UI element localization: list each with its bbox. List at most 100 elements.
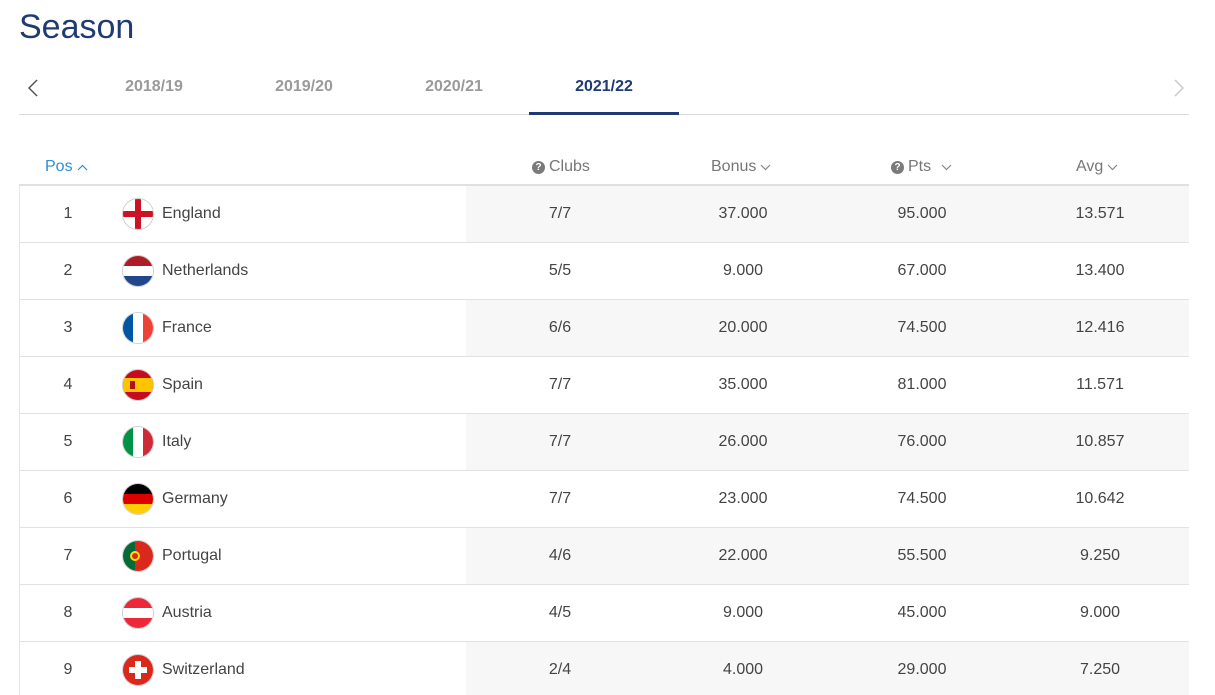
country-name[interactable]: Portugal [162,547,222,565]
country-name[interactable]: Switzerland [162,661,245,679]
france-flag-icon [122,312,154,344]
tab-2020-21[interactable]: 2020/21 [379,78,529,115]
table-row[interactable]: 8 Austria 4/5 9.000 45.000 9.000 [19,585,1189,642]
bonus-value: 9.000 [722,604,764,621]
pts-value: 95.000 [897,205,947,222]
next-season-button[interactable] [1169,76,1189,100]
bonus-value: 26.000 [718,433,768,450]
chevron-right-icon [1174,79,1184,97]
tab-2018-19[interactable]: 2018/19 [79,78,229,115]
italy-flag-icon [122,426,154,458]
sort-by-avg[interactable]: Avg [1076,158,1118,176]
bonus-value: 20.000 [718,319,768,336]
avg-value: 7.250 [1079,661,1121,678]
bonus-value: 35.000 [718,376,768,393]
season-tabs: 2018/19 2019/20 2020/21 2021/22 [19,64,1189,115]
spain-flag-icon [122,369,154,401]
table-row[interactable]: 2 Netherlands 5/5 9.000 67.000 13.400 [19,243,1189,300]
pts-value: 76.000 [897,433,947,450]
table-row[interactable]: 6 Germany 7/7 23.000 74.500 10.642 [19,471,1189,528]
country-name[interactable]: Italy [162,433,191,451]
chevron-down-icon [1107,164,1118,171]
row-position: 9 [63,661,73,678]
sort-by-pts[interactable]: ? Pts [891,158,952,176]
avg-value: 13.571 [1075,205,1125,222]
clubs-value: 7/7 [548,433,572,450]
chevron-down-icon [760,164,771,171]
bonus-value: 4.000 [722,661,764,678]
pts-value: 45.000 [897,604,947,621]
country-name[interactable]: France [162,319,212,337]
row-position: 8 [63,604,73,621]
avg-value: 10.642 [1075,490,1125,507]
england-flag-icon [122,198,154,230]
avg-value: 9.250 [1079,547,1121,564]
avg-value: 12.416 [1075,319,1125,336]
pts-value: 74.500 [897,319,947,336]
pts-value: 29.000 [897,661,947,678]
germany-flag-icon [122,483,154,515]
bonus-value: 9.000 [722,262,764,279]
chevron-down-icon [941,164,952,171]
clubs-value: 5/5 [548,262,572,279]
avg-value: 10.857 [1075,433,1125,450]
avg-value: 13.400 [1075,262,1125,279]
country-name[interactable]: Austria [162,604,212,622]
header-bonus-label: Bonus [711,158,757,175]
pts-value: 67.000 [897,262,947,279]
rankings-table: 1 England 7/7 37.000 95.000 13.571 2 Net… [19,186,1189,695]
country-name[interactable]: England [162,205,221,223]
bonus-value: 23.000 [718,490,768,507]
clubs-value: 7/7 [548,376,572,393]
header-clubs: ? Clubs [532,158,590,176]
chevron-left-icon [28,79,38,97]
row-position: 6 [63,490,73,507]
clubs-value: 2/4 [548,661,572,678]
row-position: 3 [63,319,73,336]
tab-2019-20[interactable]: 2019/20 [229,78,379,115]
clubs-value: 7/7 [548,490,572,507]
clubs-value: 4/6 [548,547,572,564]
header-avg-label: Avg [1076,158,1104,175]
row-position: 5 [63,433,73,450]
avg-value: 9.000 [1079,604,1121,621]
country-name[interactable]: Netherlands [162,262,248,280]
tab-2021-22[interactable]: 2021/22 [529,78,679,115]
table-row[interactable]: 3 France 6/6 20.000 74.500 12.416 [19,300,1189,357]
bonus-value: 22.000 [718,547,768,564]
clubs-value: 6/6 [548,319,572,336]
header-pts-label: Pts [908,158,932,175]
portugal-flag-icon [122,540,154,572]
bonus-value: 37.000 [718,205,768,222]
help-icon[interactable]: ? [532,160,545,174]
table-row[interactable]: 1 England 7/7 37.000 95.000 13.571 [19,186,1189,243]
help-icon[interactable]: ? [891,160,904,174]
chevron-up-icon [77,164,88,171]
sort-by-pos[interactable]: Pos [45,158,88,176]
table-row[interactable]: 4 Spain 7/7 35.000 81.000 11.571 [19,357,1189,414]
row-position: 1 [63,205,73,222]
previous-season-button[interactable] [23,76,43,100]
pts-value: 81.000 [897,376,947,393]
netherlands-flag-icon [122,255,154,287]
table-row[interactable]: 5 Italy 7/7 26.000 76.000 10.857 [19,414,1189,471]
clubs-value: 7/7 [548,205,572,222]
country-name[interactable]: Spain [162,376,203,394]
switzerland-flag-icon [122,654,154,686]
avg-value: 11.571 [1076,376,1124,393]
table-row[interactable]: 9 Switzerland 2/4 4.000 29.000 7.250 [19,642,1189,695]
sort-by-bonus[interactable]: Bonus [711,158,771,176]
row-position: 4 [63,376,73,393]
header-pos-label: Pos [45,158,73,175]
clubs-value: 4/5 [548,604,572,621]
row-position: 2 [63,262,73,279]
page-title: Season [19,8,135,46]
country-name[interactable]: Germany [162,490,228,508]
austria-flag-icon [122,597,154,629]
header-clubs-label: Clubs [549,158,590,175]
pts-value: 74.500 [897,490,947,507]
pts-value: 55.500 [897,547,947,564]
table-row[interactable]: 7 Portugal 4/6 22.000 55.500 9.250 [19,528,1189,585]
table-header: Pos ? Clubs Bonus ? Pts Avg [19,150,1189,186]
row-position: 7 [63,547,73,564]
